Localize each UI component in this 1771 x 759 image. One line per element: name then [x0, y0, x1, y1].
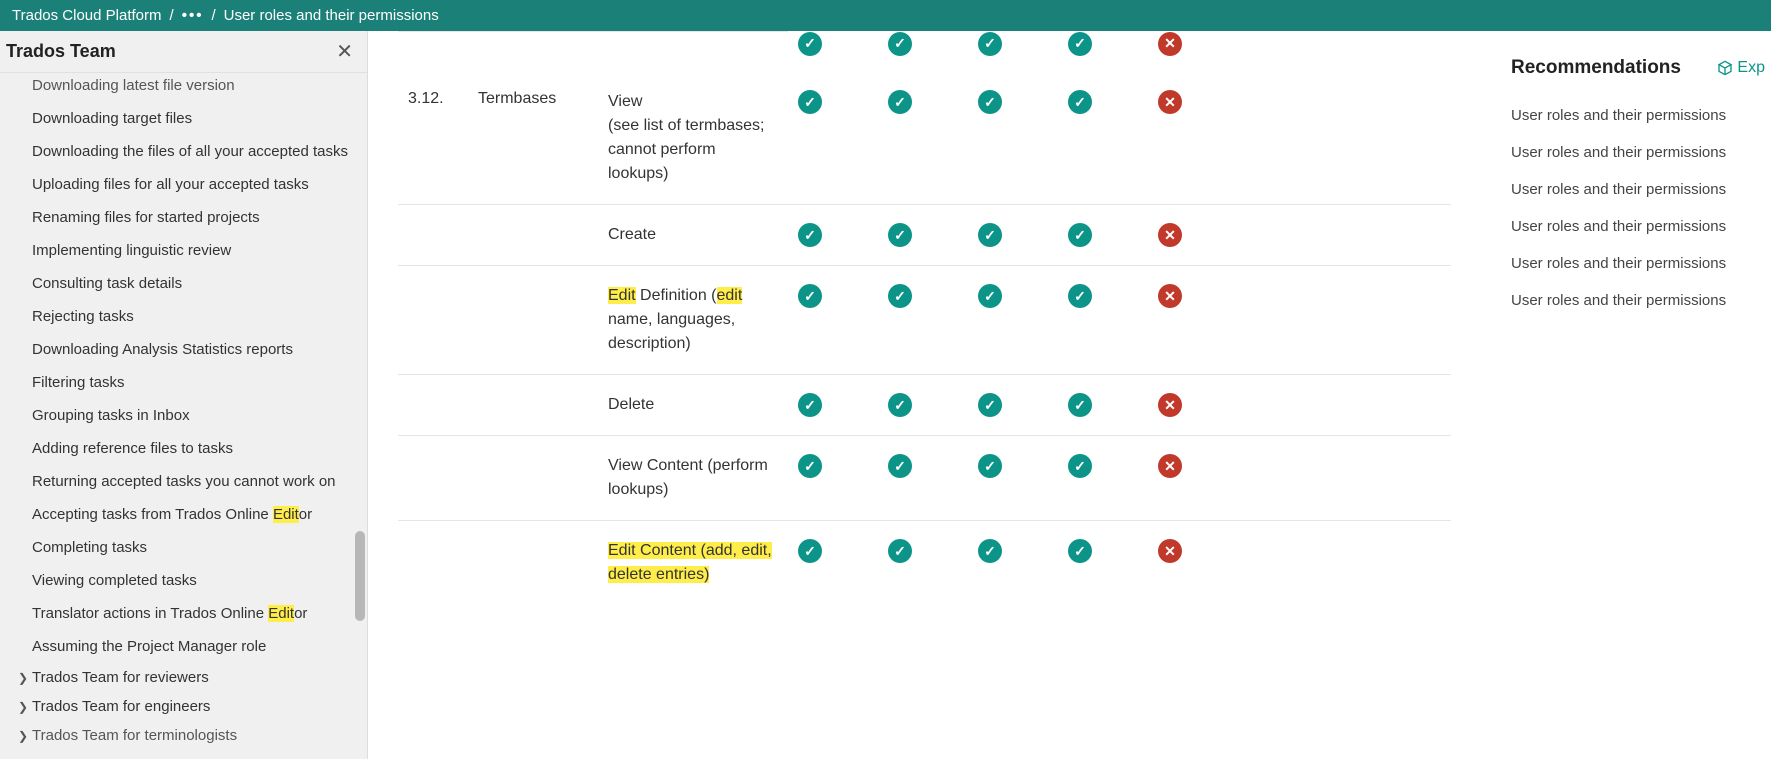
table-row: 3.12.TermbasesView(see list of termbases…: [398, 68, 1451, 205]
check-icon: ✓: [978, 539, 1002, 563]
sidebar-group[interactable]: ❯Trados Team for terminologists: [0, 721, 367, 750]
cross-icon: ✕: [1158, 284, 1182, 308]
sidebar-item[interactable]: Consulting task details: [0, 267, 367, 300]
cross-icon: ✕: [1158, 90, 1182, 114]
cross-icon: ✕: [1158, 539, 1182, 563]
check-icon: ✓: [978, 393, 1002, 417]
sidebar-group[interactable]: ❯Trados Team for reviewers: [0, 663, 367, 692]
table-row: Edit Definition (edit name, languages, d…: [398, 266, 1451, 375]
breadcrumb-dots[interactable]: •••: [182, 7, 204, 24]
sidebar-group[interactable]: ❯Trados Team for engineers: [0, 692, 367, 721]
check-icon: ✓: [1068, 223, 1092, 247]
sidebar-item[interactable]: Downloading the files of all your accept…: [0, 135, 367, 168]
sidebar-item[interactable]: Renaming files for started projects: [0, 201, 367, 234]
recommendation-link[interactable]: User roles and their permissions: [1511, 218, 1765, 235]
check-icon: ✓: [978, 454, 1002, 478]
sidebar-item[interactable]: Implementing linguistic review: [0, 234, 367, 267]
cross-icon: ✕: [1158, 393, 1182, 417]
sidebar-item[interactable]: Assuming the Project Manager role: [0, 630, 367, 663]
sidebar-item[interactable]: Completing tasks: [0, 531, 367, 564]
check-icon: ✓: [798, 223, 822, 247]
sidebar-item[interactable]: Returning accepted tasks you cannot work…: [0, 465, 367, 498]
cube-icon: [1717, 60, 1733, 76]
table-row: Edit Content (add, edit, delete entries)…: [398, 521, 1451, 606]
cross-icon: ✕: [1158, 454, 1182, 478]
chevron-right-icon: ❯: [18, 700, 26, 714]
check-icon: ✓: [978, 223, 1002, 247]
sidebar-item[interactable]: Rejecting tasks: [0, 300, 367, 333]
recommendation-link[interactable]: User roles and their permissions: [1511, 181, 1765, 198]
check-icon: ✓: [798, 393, 822, 417]
check-icon: ✓: [978, 90, 1002, 114]
check-icon: ✓: [1068, 32, 1092, 56]
chevron-right-icon: ❯: [18, 729, 26, 743]
sidebar-item[interactable]: Translator actions in Trados Online Edit…: [0, 597, 367, 630]
recommendation-link[interactable]: User roles and their permissions: [1511, 255, 1765, 272]
sidebar-item[interactable]: Filtering tasks: [0, 366, 367, 399]
recommendation-link[interactable]: User roles and their permissions: [1511, 292, 1765, 309]
table-row: Delete✓✓✓✓✕: [398, 375, 1451, 436]
sidebar-title: Trados Team: [6, 41, 116, 62]
expand-button[interactable]: Exp: [1717, 59, 1765, 77]
check-icon: ✓: [1068, 90, 1092, 114]
check-icon: ✓: [888, 223, 912, 247]
check-icon: ✓: [888, 539, 912, 563]
check-icon: ✓: [978, 32, 1002, 56]
sidebar-list[interactable]: Downloading latest file versionDownloadi…: [0, 73, 367, 759]
table-row: Create✓✓✓✓✕: [398, 205, 1451, 266]
recommendations-title: Recommendations: [1511, 57, 1681, 79]
close-icon[interactable]: ✕: [336, 42, 353, 62]
cross-icon: ✕: [1158, 223, 1182, 247]
cross-icon: ✕: [1158, 32, 1182, 56]
breadcrumb-page[interactable]: User roles and their permissions: [224, 7, 439, 24]
sidebar-item[interactable]: Uploading files for all your accepted ta…: [0, 168, 367, 201]
check-icon: ✓: [888, 32, 912, 56]
breadcrumb-root[interactable]: Trados Cloud Platform: [12, 7, 162, 24]
check-icon: ✓: [1068, 393, 1092, 417]
check-icon: ✓: [888, 393, 912, 417]
recommendation-link[interactable]: User roles and their permissions: [1511, 144, 1765, 161]
check-icon: ✓: [888, 284, 912, 308]
check-icon: ✓: [888, 454, 912, 478]
recommendation-link[interactable]: User roles and their permissions: [1511, 107, 1765, 124]
permissions-table: ✓✓✓✓✕3.12.TermbasesView(see list of term…: [398, 31, 1451, 605]
chevron-right-icon: ❯: [18, 671, 26, 685]
sidebar: Trados Team ✕ Downloading latest file ve…: [0, 31, 368, 759]
breadcrumb-bar: Trados Cloud Platform / ••• / User roles…: [0, 0, 1771, 31]
sidebar-item[interactable]: Adding reference files to tasks: [0, 432, 367, 465]
check-icon: ✓: [978, 284, 1002, 308]
table-row: View Content (perform lookups)✓✓✓✓✕: [398, 436, 1451, 521]
sidebar-item[interactable]: Grouping tasks in Inbox: [0, 399, 367, 432]
sidebar-scrollbar[interactable]: [355, 531, 365, 621]
check-icon: ✓: [1068, 284, 1092, 308]
main-content: ✓✓✓✓✕3.12.TermbasesView(see list of term…: [368, 31, 1481, 759]
check-icon: ✓: [798, 539, 822, 563]
check-icon: ✓: [1068, 454, 1092, 478]
check-icon: ✓: [798, 284, 822, 308]
sidebar-item[interactable]: Downloading latest file version: [0, 73, 367, 102]
check-icon: ✓: [1068, 539, 1092, 563]
check-icon: ✓: [798, 454, 822, 478]
check-icon: ✓: [798, 90, 822, 114]
sidebar-item[interactable]: Downloading Analysis Statistics reports: [0, 333, 367, 366]
sidebar-item[interactable]: Viewing completed tasks: [0, 564, 367, 597]
sidebar-item[interactable]: Accepting tasks from Trados Online Edito…: [0, 498, 367, 531]
check-icon: ✓: [888, 90, 912, 114]
check-icon: ✓: [798, 32, 822, 56]
recommendations-panel: Recommendations Exp User roles and their…: [1481, 31, 1771, 759]
sidebar-item[interactable]: Downloading target files: [0, 102, 367, 135]
